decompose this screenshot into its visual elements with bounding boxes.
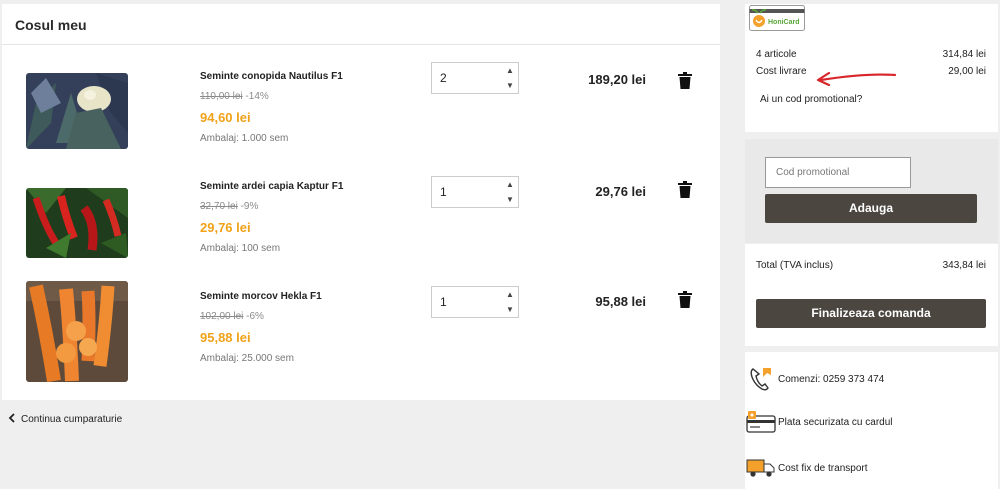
red-arrow-icon xyxy=(816,71,897,86)
carrot-photo[interactable] xyxy=(26,281,128,382)
trash-icon[interactable] xyxy=(678,72,692,89)
quantity-stepper[interactable]: ▲ ▼ xyxy=(431,176,519,208)
quantity-input[interactable] xyxy=(432,287,502,317)
truck-icon xyxy=(745,455,777,481)
item-total: 29,76 lei xyxy=(595,184,646,199)
item-total: 95,88 lei xyxy=(595,294,646,309)
phone-icon xyxy=(745,366,777,392)
articles-value: 314,84 lei xyxy=(942,49,986,60)
increment-icon[interactable]: ▲ xyxy=(502,287,518,302)
quantity-input[interactable] xyxy=(432,63,502,93)
old-price: 32,70 lei -9% xyxy=(200,201,259,212)
quantity-stepper[interactable]: ▲ ▼ xyxy=(431,62,519,94)
package-size: Ambalaj: 100 sem xyxy=(200,243,281,254)
cart-item: Seminte morcov Hekla F1 102,00 lei -6% 9… xyxy=(2,271,720,382)
info-panel: Comenzi: 0259 373 474 Plata securizata c… xyxy=(745,352,998,489)
articles-label: 4 articole xyxy=(756,49,797,60)
cauliflower-photo[interactable] xyxy=(26,73,128,149)
decrement-icon[interactable]: ▼ xyxy=(502,302,518,317)
total-panel: Total (TVA inclus) 343,84 lei Finalizeaz… xyxy=(745,244,998,346)
cart-item: Seminte conopida Nautilus F1 110,00 lei … xyxy=(2,51,720,161)
secure-payment-info: Plata securizata cu cardul xyxy=(745,409,893,435)
increment-icon[interactable]: ▲ xyxy=(502,177,518,192)
honicard-logo: HoniCard xyxy=(749,5,805,31)
old-price: 110,00 lei -14% xyxy=(200,91,269,102)
shipping-info-text: Cost fix de transport xyxy=(778,462,868,474)
phone-info: Comenzi: 0259 373 474 xyxy=(745,366,884,392)
quantity-input[interactable] xyxy=(432,177,502,207)
cart-item: Seminte ardei capia Kaptur F1 32,70 lei … xyxy=(2,161,720,271)
promo-code-link[interactable]: Ai un cod promotional? xyxy=(760,94,862,105)
package-size: Ambalaj: 25.000 sem xyxy=(200,353,294,364)
svg-text:HoniCard: HoniCard xyxy=(768,19,800,26)
secure-payment-text: Plata securizata cu cardul xyxy=(778,416,893,428)
shipping-value: 29,00 lei xyxy=(948,66,986,77)
cart-panel: Cosul meu Seminte conopida Nautilus F1 1… xyxy=(2,4,720,400)
quantity-stepper[interactable]: ▲ ▼ xyxy=(431,286,519,318)
trash-icon[interactable] xyxy=(678,181,692,198)
old-price: 102,00 lei -6% xyxy=(200,311,264,322)
package-size: Ambalaj: 1.000 sem xyxy=(200,133,289,144)
phone-text: Comenzi: 0259 373 474 xyxy=(778,373,885,385)
continue-shopping-link[interactable]: Continua cumparaturie xyxy=(8,413,122,426)
card-lock-icon xyxy=(745,409,777,435)
continue-shopping-label: Continua cumparaturie xyxy=(21,414,123,425)
product-name[interactable]: Seminte morcov Hekla F1 xyxy=(200,291,322,302)
product-price: 95,88 lei xyxy=(200,330,251,345)
articles-row: 4 articole 314,84 lei xyxy=(756,49,986,60)
total-row: Total (TVA inclus) 343,84 lei xyxy=(756,260,986,271)
shipping-label: Cost livrare xyxy=(756,66,807,77)
checkout-button[interactable]: Finalizeaza comanda xyxy=(756,299,986,328)
product-name[interactable]: Seminte ardei capia Kaptur F1 xyxy=(200,181,343,192)
add-promo-button[interactable]: Adauga xyxy=(765,194,977,223)
promo-code-input[interactable] xyxy=(765,157,911,188)
total-value: 343,84 lei xyxy=(942,260,986,271)
red-pepper-photo[interactable] xyxy=(26,188,128,258)
product-price: 29,76 lei xyxy=(200,220,251,235)
total-label: Total (TVA inclus) xyxy=(756,260,834,271)
chevron-left-icon xyxy=(8,413,15,426)
decrement-icon[interactable]: ▼ xyxy=(502,192,518,207)
cart-title: Cosul meu xyxy=(2,4,720,45)
shipping-info: Cost fix de transport xyxy=(745,455,867,481)
product-name[interactable]: Seminte conopida Nautilus F1 xyxy=(200,71,343,82)
product-price: 94,60 lei xyxy=(200,110,251,125)
promo-code-panel: Adauga xyxy=(745,139,998,243)
trash-icon[interactable] xyxy=(678,291,692,308)
increment-icon[interactable]: ▲ xyxy=(502,63,518,78)
item-total: 189,20 lei xyxy=(588,72,646,87)
decrement-icon[interactable]: ▼ xyxy=(502,78,518,93)
